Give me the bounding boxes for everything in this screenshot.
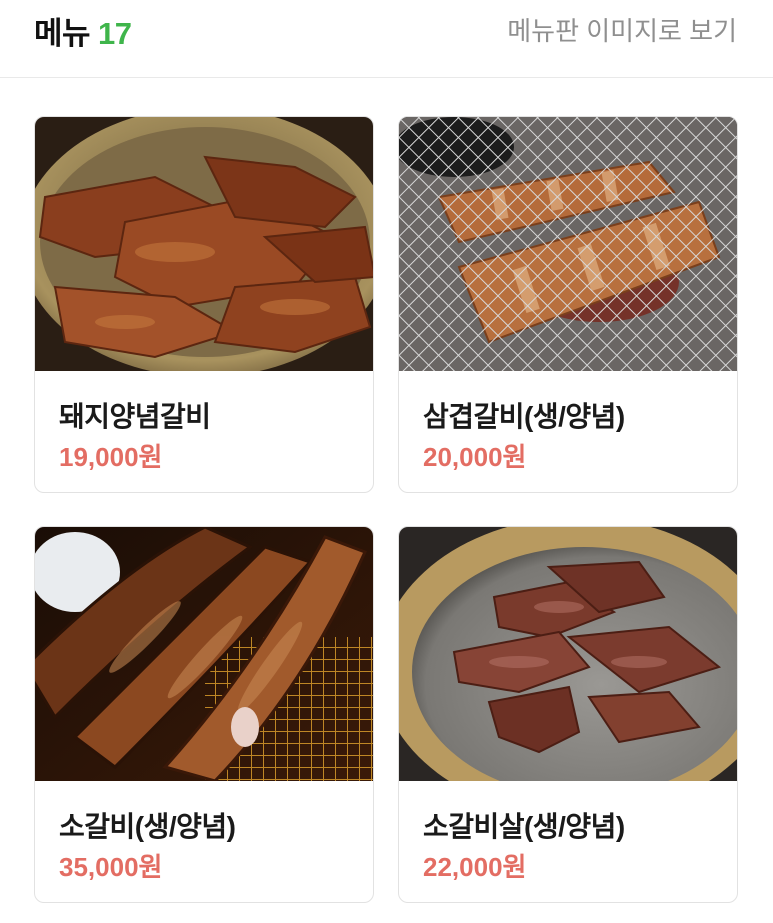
menu-item-price: 22,000원 bbox=[423, 852, 527, 882]
menu-card-beef-rib-meat[interactable]: 소갈비살(생/양념) 22,000원 bbox=[398, 526, 738, 903]
menu-card-beef-ribs[interactable]: 소갈비(생/양념) 35,000원 bbox=[34, 526, 374, 903]
pork-belly-ribs-photo bbox=[399, 117, 737, 371]
menu-item-price: 35,000원 bbox=[59, 852, 163, 882]
menu-card-pork-ribs[interactable]: 돼지양념갈비 19,000원 bbox=[34, 116, 374, 493]
menu-header: 메뉴 17 메뉴판 이미지로 보기 bbox=[0, 0, 773, 78]
menu-item-name: 삼겹갈비(생/양념) bbox=[423, 401, 625, 432]
menu-item-price: 19,000원 bbox=[59, 442, 163, 472]
menu-item-name: 돼지양념갈비 bbox=[59, 401, 211, 432]
menu-card-pork-belly-ribs[interactable]: 삼겹갈비(생/양념) 20,000원 bbox=[398, 116, 738, 493]
beef-rib-meat-photo bbox=[399, 527, 737, 781]
menu-count: 17 bbox=[98, 16, 132, 51]
menu-item-name: 소갈비살(생/양념) bbox=[423, 811, 625, 842]
beef-ribs-photo bbox=[35, 527, 373, 781]
marinated-pork-ribs-photo bbox=[35, 117, 373, 371]
menu-item-price: 20,000원 bbox=[423, 442, 527, 472]
menu-title-label: 메뉴 bbox=[34, 16, 91, 51]
page-title: 메뉴 17 bbox=[34, 8, 132, 53]
view-menu-image-link[interactable]: 메뉴판 이미지로 보기 bbox=[507, 11, 737, 48]
menu-item-name: 소갈비(생/양념) bbox=[59, 811, 236, 842]
